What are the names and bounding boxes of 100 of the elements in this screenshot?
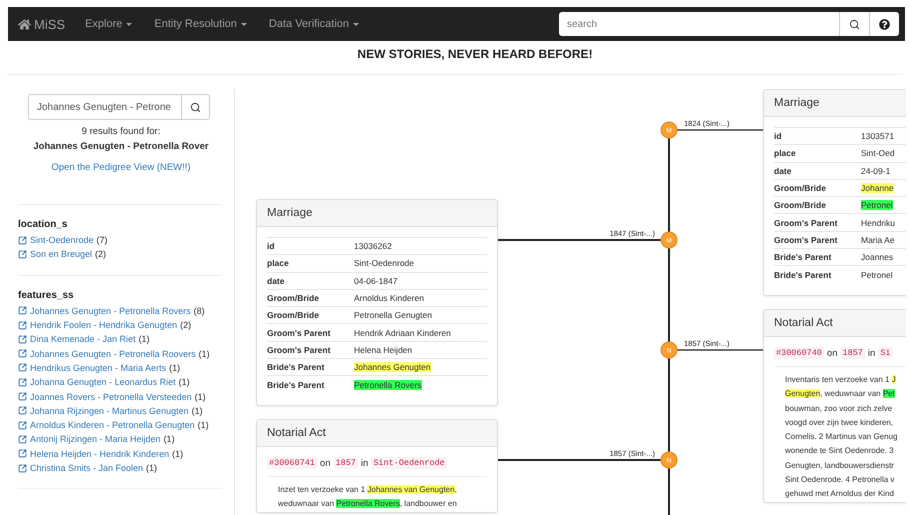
act-text-line: Inventaris ten verzoeke van 1 J <box>785 374 897 386</box>
act-text-line: wonende te Sint Oedenrode. 3 <box>785 445 895 458</box>
page-headline: NEW STORIES, NEVER HEARD BEFORE! <box>356 46 594 63</box>
facet-link[interactable]: Hendrik Foolen - Hendrika Genugten <box>18 320 178 330</box>
external-link-icon <box>18 334 27 344</box>
field-label: date <box>267 276 286 286</box>
field-label: Groom/Bride <box>774 200 827 210</box>
highlighted-value: Johanne <box>861 183 894 194</box>
field-value: 1303571 <box>861 131 894 142</box>
reference-text: on <box>320 458 330 468</box>
external-link-icon <box>18 378 27 387</box>
external-link-icon <box>18 449 27 458</box>
highlighted-value: Petronel <box>861 200 893 210</box>
field-label: Bride's Parent <box>267 380 326 390</box>
search-button[interactable] <box>839 12 869 36</box>
facet-link[interactable]: Antonij Rijzingen - Maria Heijden <box>18 434 161 444</box>
facet-link[interactable]: Johannes Genugten - Petronella Roovers <box>18 348 196 359</box>
facet-count: (1) <box>192 406 203 416</box>
search-icon <box>849 18 860 30</box>
act-text-line: Sint Oedenrode. 4 Petronella v <box>785 474 896 486</box>
facet-link[interactable]: Hendrikus Genugten - Maria Aerts <box>18 362 166 373</box>
facet-title: features_ss <box>18 290 75 301</box>
facet-count: (1) <box>172 448 184 459</box>
field-label: Groom's Parent <box>774 218 838 228</box>
field-label: date <box>774 166 792 176</box>
external-link-icon <box>18 320 27 330</box>
act-text-line: bouwman, zoo voor zich zelve <box>785 402 894 415</box>
field-label: Bride's Parent <box>267 362 326 372</box>
field-value: Hendrik Adriaan Kinderen <box>354 328 451 338</box>
field-label: Bride's Parent <box>774 252 832 262</box>
facet-count: (1) <box>169 362 180 373</box>
external-link-icon <box>18 236 27 245</box>
facet-link[interactable]: Johanna Genugten - Leonardus Riet <box>18 377 176 388</box>
field-label: Groom/Bride <box>267 293 320 304</box>
field-value: 24-09-1 <box>861 166 890 176</box>
facet-count: (2) <box>180 320 192 330</box>
home-icon <box>18 18 31 30</box>
field-value: Petronel <box>861 270 893 280</box>
help-icon <box>879 18 890 30</box>
reference-code: #30060741 <box>267 457 317 469</box>
reference-code: 1857 <box>840 347 865 359</box>
search-field[interactable]: search <box>559 12 839 36</box>
reference-text: on <box>826 348 838 358</box>
nav-menu[interactable]: Data Verification <box>268 18 360 30</box>
facet-count: (1) <box>198 420 209 430</box>
results-count: 9 results found for: <box>80 126 162 137</box>
field-value: Sint-Oedenrode <box>354 258 414 268</box>
field-value: Helena Heijden <box>354 344 412 355</box>
reference-code: Sint-Oedenrode <box>371 457 447 469</box>
external-link-icon <box>18 420 27 430</box>
caret-icon <box>240 22 247 26</box>
facet-count: (1) <box>178 377 190 388</box>
facet-count: (1) <box>164 434 175 444</box>
field-value: Petronella Genugten <box>354 310 432 320</box>
act-text-line: Genugten, weduwnaar van Pet <box>785 388 896 400</box>
field-value: Maria Ae <box>861 234 895 245</box>
search-field[interactable]: Johannes Genugten - Petrone <box>28 94 181 120</box>
facet-link[interactable]: Son en Breugel <box>18 249 92 260</box>
facet-count: (8) <box>194 306 205 316</box>
facet-count: (2) <box>95 249 106 260</box>
field-label: Groom's Parent <box>267 344 332 355</box>
facet-count: (1) <box>194 392 206 402</box>
help-button[interactable] <box>869 12 899 36</box>
facet-link[interactable]: Arnoldus Kinderen - Petronella Genugten <box>18 420 195 430</box>
act-text-line: Inzet ten verzoeke van 1 Johannes van Genugten, <box>278 484 458 496</box>
field-label: place <box>774 148 797 158</box>
facet-link[interactable]: Sint-Oedenrode <box>18 235 94 246</box>
field-label: id <box>774 131 783 142</box>
facet-link[interactable]: Joannes Rovers - Petronella Versteeden <box>18 392 192 402</box>
external-link-icon <box>18 250 27 259</box>
field-value: Joannes <box>861 252 894 262</box>
field-value: Arnoldus Kinderen <box>354 293 424 304</box>
card-title: Marriage <box>764 90 906 117</box>
reference-code: Si <box>878 347 893 359</box>
card-title: Notarial Act <box>257 420 497 447</box>
caret-icon <box>353 22 360 26</box>
external-link-icon <box>18 392 27 402</box>
external-link-icon <box>18 406 27 416</box>
field-value: Sint-Oed <box>861 148 895 158</box>
facet-link[interactable]: Dina Kemenade - Jan Riet <box>18 334 136 344</box>
external-link-icon <box>18 464 27 472</box>
search-button[interactable] <box>181 94 210 120</box>
brand-link[interactable]: MiSS <box>18 16 66 32</box>
facet-link[interactable]: Johanna Rijzingen - Martinus Genugten <box>18 406 189 416</box>
field-label: id <box>267 241 276 252</box>
nav-menu[interactable]: Explore <box>85 18 132 30</box>
pedigree-link[interactable]: Open the Pedigree View (NEW!!) <box>8 162 234 173</box>
facet-link[interactable]: Christina Smits - Jan Foolen <box>18 463 144 473</box>
facet-link[interactable]: Helena Heijden - Hendrik Kinderen <box>18 448 170 459</box>
facet-link[interactable]: Johannes Genugten - Petronella Rovers <box>18 306 191 316</box>
card-title: Notarial Act <box>764 310 906 337</box>
field-label: Groom/Bride <box>267 310 320 320</box>
search-icon <box>190 102 201 112</box>
external-link-icon <box>18 349 27 358</box>
act-text-line: voogd over zijn twee kinderen, <box>785 416 894 429</box>
field-label: Groom/Bride <box>774 183 827 194</box>
field-value: Hendriku <box>861 218 896 228</box>
nav-menu[interactable]: Entity Resolution <box>154 18 247 30</box>
facet-count: (1) <box>138 334 150 344</box>
facet-count: (1) <box>146 463 158 473</box>
